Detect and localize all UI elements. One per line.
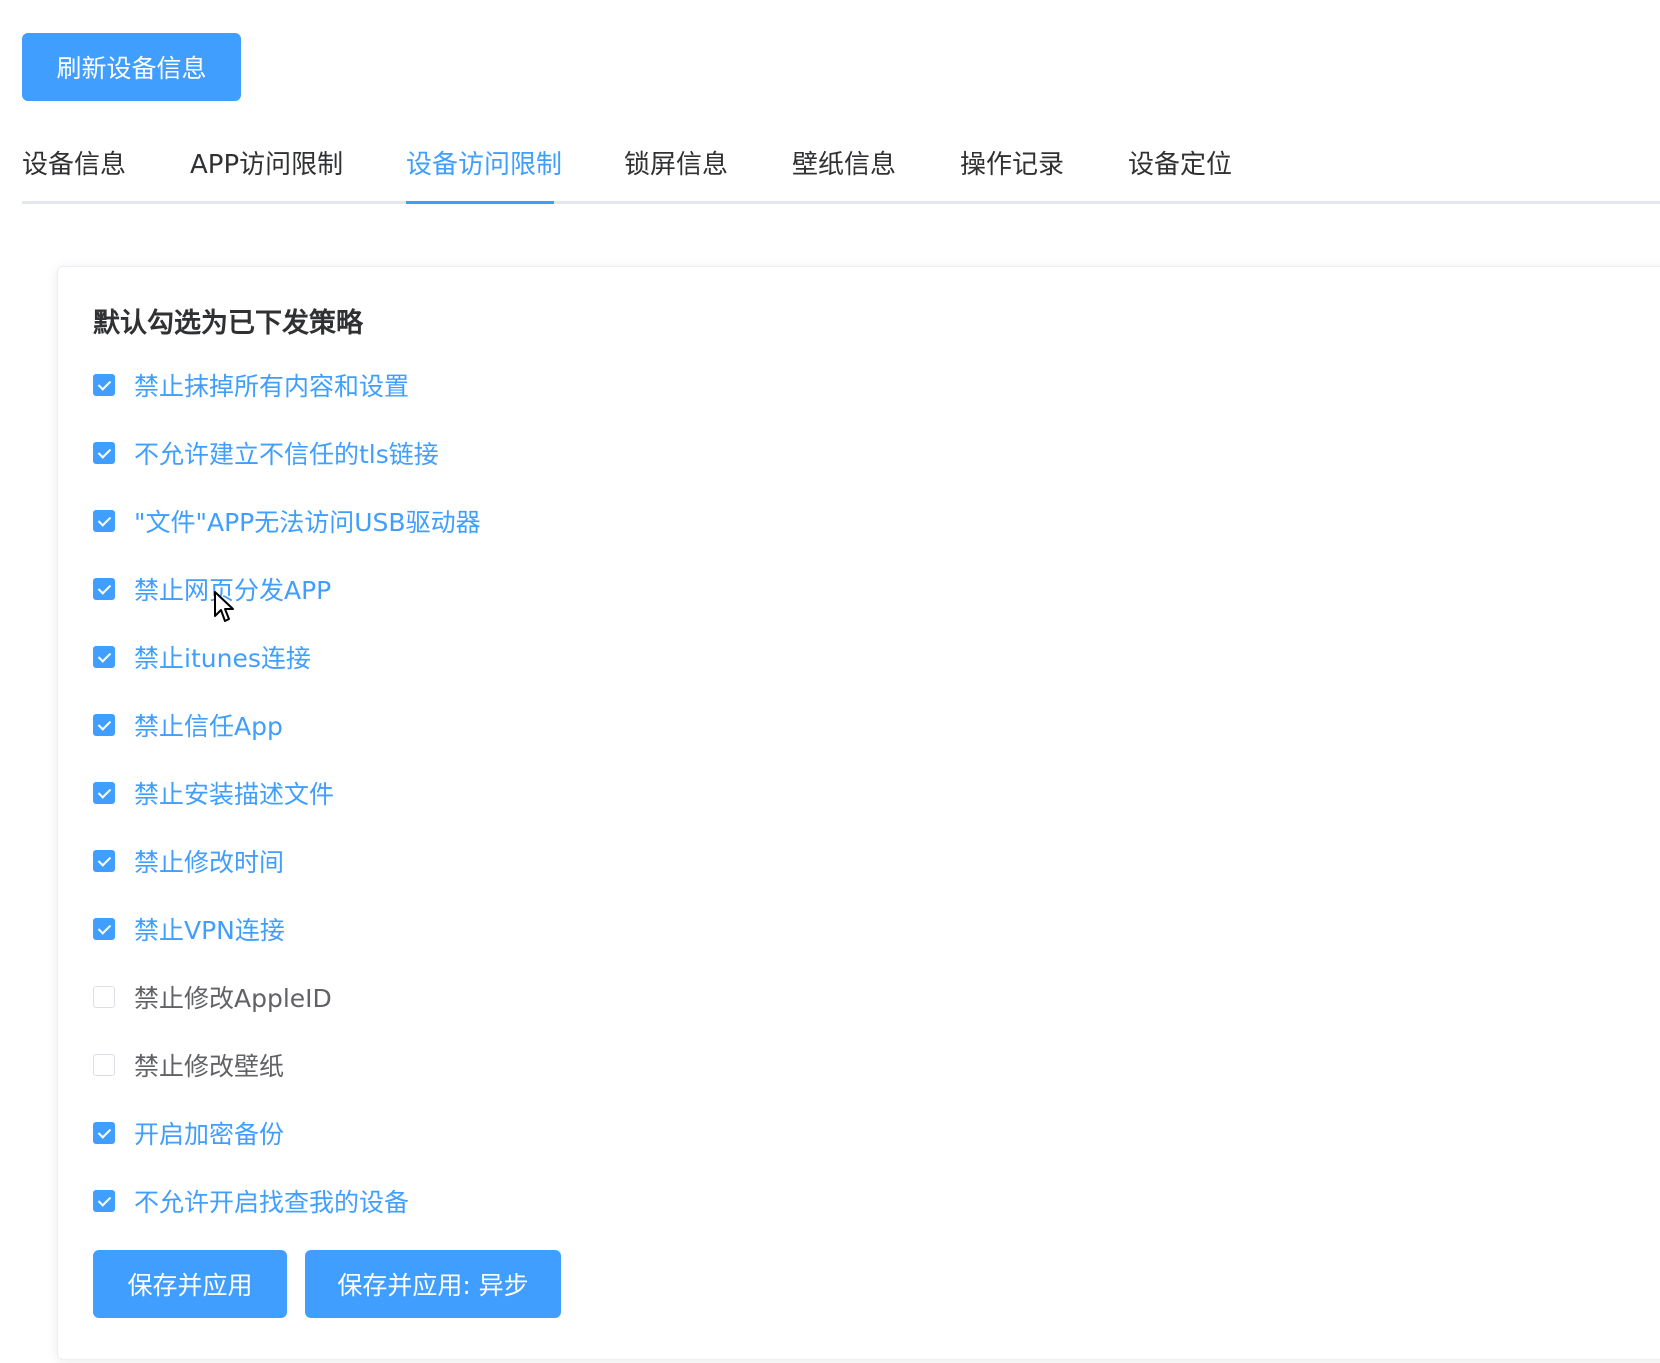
policy-option[interactable]: 禁止修改壁纸 — [93, 1045, 284, 1085]
policy-option[interactable]: 禁止VPN连接 — [93, 909, 285, 949]
checkbox-checked[interactable] — [93, 714, 115, 736]
policy-option-label: 不允许开启找查我的设备 — [134, 1188, 410, 1217]
policy-option-label: 禁止itunes连接 — [134, 644, 311, 673]
card-title: 默认勾选为已下发策略 — [93, 308, 363, 339]
tab-wallpaper-info[interactable]: 壁纸信息 — [792, 152, 896, 178]
checkbox-checked[interactable] — [93, 646, 115, 668]
policy-option[interactable]: 禁止修改AppleID — [93, 977, 332, 1017]
policy-card: 默认勾选为已下发策略 禁止抹掉所有内容和设置 不允许建立不信任的tls链接 "文… — [57, 266, 1660, 1360]
policy-option-label: 禁止抹掉所有内容和设置 — [134, 372, 410, 401]
policy-option-label: 不允许建立不信任的tls链接 — [134, 440, 439, 469]
mouse-pointer-icon — [214, 591, 234, 622]
policy-option-label: "文件"APP无法访问USB驱动器 — [134, 508, 481, 537]
tab-bar: 设备信息 APP访问限制 设备访问限制 锁屏信息 壁纸信息 操作记录 设备定位 — [22, 140, 1660, 204]
policy-option[interactable]: 不允许开启找查我的设备 — [93, 1181, 409, 1221]
checkbox-checked[interactable] — [93, 1190, 115, 1212]
save-and-apply-button[interactable]: 保存并应用 — [93, 1250, 287, 1318]
policy-option-label: 禁止信任App — [134, 712, 283, 741]
policy-option[interactable]: 不允许建立不信任的tls链接 — [93, 433, 439, 473]
tab-lock-screen-info[interactable]: 锁屏信息 — [624, 152, 728, 178]
policy-option-label: 禁止修改壁纸 — [134, 1052, 285, 1081]
active-tab-indicator — [406, 201, 554, 204]
checkbox-checked[interactable] — [93, 782, 115, 804]
policy-option[interactable]: 开启加密备份 — [93, 1113, 284, 1153]
policy-option[interactable]: 禁止安装描述文件 — [93, 773, 334, 813]
policy-option[interactable]: 禁止itunes连接 — [93, 637, 311, 677]
policy-option[interactable]: "文件"APP无法访问USB驱动器 — [93, 501, 481, 541]
policy-option-label: 禁止修改AppleID — [134, 984, 332, 1013]
checkbox-checked[interactable] — [93, 442, 115, 464]
policy-option[interactable]: 禁止抹掉所有内容和设置 — [93, 365, 409, 405]
checkbox-checked[interactable] — [93, 578, 115, 600]
tab-operation-log[interactable]: 操作记录 — [960, 152, 1064, 178]
tab-bar-divider — [22, 201, 1660, 204]
page: 刷新设备信息 设备信息 APP访问限制 设备访问限制 锁屏信息 壁纸信息 操作记… — [0, 0, 1660, 1363]
checkbox-unchecked[interactable] — [93, 1054, 115, 1076]
checkbox-checked[interactable] — [93, 374, 115, 396]
checkbox-checked[interactable] — [93, 918, 115, 940]
checkbox-checked[interactable] — [93, 1122, 115, 1144]
refresh-device-info-button[interactable]: 刷新设备信息 — [22, 33, 241, 101]
checkbox-unchecked[interactable] — [93, 986, 115, 1008]
tab-app-access-restriction[interactable]: APP访问限制 — [190, 152, 343, 178]
policy-option[interactable]: 禁止信任App — [93, 705, 283, 745]
tab-device-info[interactable]: 设备信息 — [22, 152, 126, 178]
policy-option-label: 禁止VPN连接 — [134, 916, 285, 945]
policy-option-label: 开启加密备份 — [134, 1120, 285, 1149]
save-and-apply-async-button[interactable]: 保存并应用: 异步 — [305, 1250, 561, 1318]
checkbox-checked[interactable] — [93, 850, 115, 872]
policy-option-label: 禁止修改时间 — [134, 848, 285, 877]
policy-option[interactable]: 禁止修改时间 — [93, 841, 284, 881]
checkbox-checked[interactable] — [93, 510, 115, 532]
tab-device-access-restriction[interactable]: 设备访问限制 — [406, 152, 562, 178]
tab-device-location[interactable]: 设备定位 — [1128, 152, 1232, 178]
policy-option-label: 禁止安装描述文件 — [134, 780, 335, 809]
